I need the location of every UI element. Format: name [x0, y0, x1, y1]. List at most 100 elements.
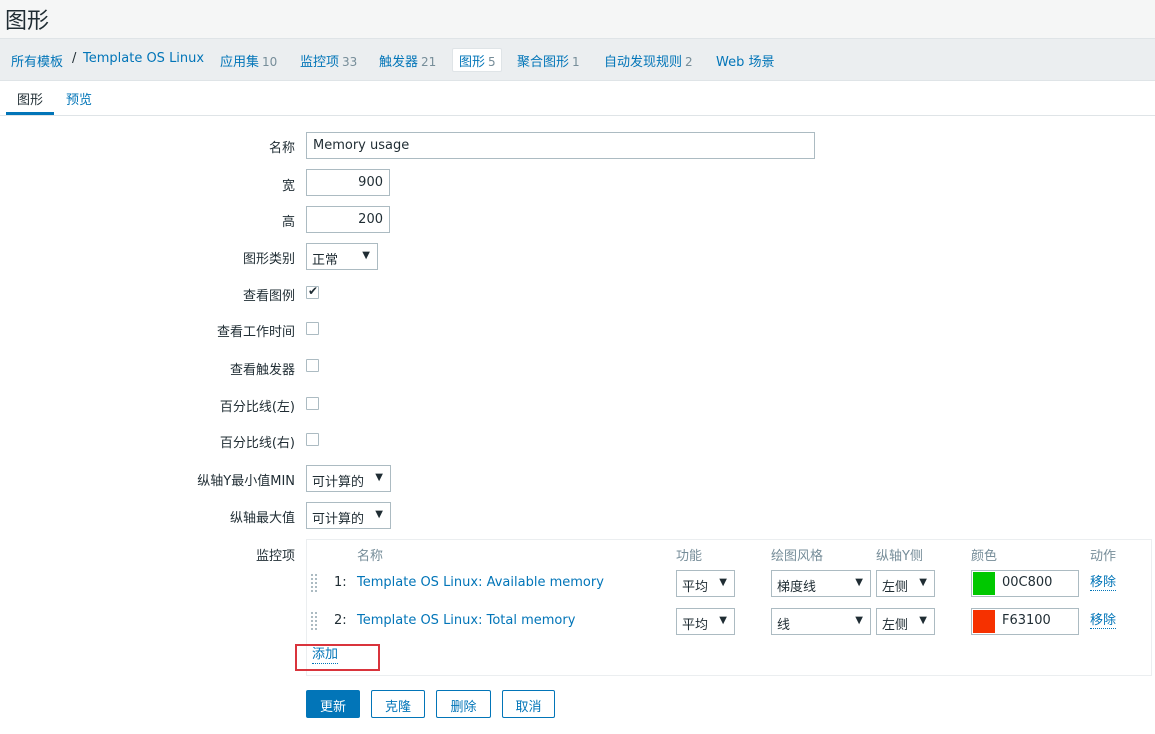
nav-label: 触发器 [379, 55, 419, 70]
remove-item-link[interactable]: 移除 [1090, 575, 1117, 591]
nav-label: Web 场景 [716, 55, 775, 70]
ymin-value: 可计算的 [312, 475, 365, 490]
tab-preview[interactable]: 预览 [66, 89, 92, 108]
nav-screens[interactable]: 聚合图形 1 [517, 51, 580, 70]
nav-count: 21 [421, 55, 437, 69]
page-header: 图形 [0, 0, 1155, 38]
nav-count: 33 [342, 55, 358, 69]
item-color-value: 00C800 [1002, 575, 1053, 590]
col-header-action: 动作 [1090, 549, 1117, 564]
item-row-number: 2: [334, 613, 347, 628]
color-swatch[interactable] [973, 610, 995, 633]
nav-web-scenarios[interactable]: Web 场景 [716, 51, 774, 70]
check-icon: ✔ [308, 284, 319, 298]
percentile-left-label: 百分比线(左) [219, 400, 295, 415]
show-triggers-label: 查看触发器 [229, 363, 295, 378]
nav-applications[interactable]: 应用集 10 [220, 51, 277, 70]
chevron-down-icon: ▼ [719, 577, 727, 588]
chevron-down-icon: ▼ [375, 509, 383, 520]
item-yaxis-value: 左侧 [882, 580, 909, 595]
chevron-down-icon: ▼ [362, 250, 370, 261]
height-input[interactable] [306, 206, 390, 233]
ymax-select[interactable]: 可计算的 ▼ [306, 502, 391, 529]
nav-label: 图形 [459, 55, 486, 70]
nav-count: 5 [488, 55, 496, 69]
nav-label: 自动发现规则 [604, 55, 683, 70]
item-yaxis-value: 左侧 [882, 618, 909, 633]
drag-handle-icon[interactable] [311, 574, 319, 592]
percentile-right-checkbox[interactable] [306, 433, 319, 446]
col-header-color: 颜色 [971, 549, 998, 564]
graph-type-select[interactable]: 正常 ▼ [306, 243, 378, 270]
show-legend-label: 查看图例 [242, 289, 295, 304]
name-input[interactable] [306, 132, 815, 159]
page-title: 图形 [5, 9, 50, 34]
item-color-value: F63100 [1002, 613, 1051, 628]
cancel-button[interactable]: 取消 [502, 690, 555, 718]
tab-bar: 图形 预览 [0, 81, 1155, 116]
nav-label: 监控项 [300, 55, 340, 70]
item-style-select[interactable]: 线 ▼ [771, 608, 871, 635]
breadcrumb-separator: / [72, 51, 77, 66]
nav-count: 2 [685, 55, 693, 69]
chevron-down-icon: ▼ [919, 615, 927, 626]
tab-active-underline [6, 112, 54, 115]
item-name-link[interactable]: Template OS Linux: Available memory [357, 575, 604, 590]
item-style-select[interactable]: 梯度线 ▼ [771, 570, 871, 597]
chevron-down-icon: ▼ [719, 615, 727, 626]
nav-label: 聚合图形 [517, 55, 570, 70]
item-style-value: 线 [777, 618, 791, 633]
nav-discovery-rules[interactable]: 自动发现规则 2 [604, 51, 693, 70]
width-label: 宽 [281, 179, 295, 194]
ymax-label: 纵轴最大值 [229, 511, 295, 526]
show-working-time-label: 查看工作时间 [216, 325, 295, 340]
nav-triggers[interactable]: 触发器 21 [379, 51, 436, 70]
col-header-y-axis: 纵轴Y侧 [876, 549, 923, 564]
update-button[interactable]: 更新 [306, 690, 360, 718]
item-function-value: 平均 [682, 580, 709, 595]
nav-label: Template OS Linux [83, 51, 205, 66]
ymin-select[interactable]: 可计算的 ▼ [306, 465, 391, 492]
graph-type-label: 图形类别 [242, 252, 295, 267]
item-yaxis-select[interactable]: 左侧 ▼ [876, 570, 935, 597]
percentile-right-label: 百分比线(右) [219, 436, 295, 451]
chevron-down-icon: ▼ [855, 615, 863, 626]
delete-button[interactable]: 删除 [436, 690, 491, 718]
clone-button[interactable]: 克隆 [371, 690, 425, 718]
nav-label: 所有模板 [11, 55, 64, 70]
graph-type-value: 正常 [312, 253, 339, 268]
drag-handle-icon[interactable] [311, 612, 319, 630]
col-header-function: 功能 [676, 549, 703, 564]
width-input[interactable] [306, 169, 390, 196]
tab-graph[interactable]: 图形 [17, 89, 43, 108]
nav-all-templates[interactable]: 所有模板 [11, 51, 63, 70]
item-yaxis-select[interactable]: 左侧 ▼ [876, 608, 935, 635]
show-triggers-checkbox[interactable] [306, 359, 319, 372]
ymax-value: 可计算的 [312, 512, 365, 527]
name-label: 名称 [268, 141, 295, 156]
nav-template[interactable]: Template OS Linux [83, 51, 204, 66]
chevron-down-icon: ▼ [855, 577, 863, 588]
height-label: 高 [281, 215, 295, 230]
item-name-link[interactable]: Template OS Linux: Total memory [357, 613, 575, 628]
nav-label: 应用集 [220, 55, 260, 70]
item-row-number: 1: [334, 575, 347, 590]
show-working-time-checkbox[interactable] [306, 322, 319, 335]
nav-graphs[interactable]: 图形 5 [459, 51, 496, 70]
item-function-select[interactable]: 平均 ▼ [676, 570, 735, 597]
ymin-label: 纵轴Y最小值MIN [197, 474, 295, 489]
item-function-select[interactable]: 平均 ▼ [676, 608, 735, 635]
show-legend-checkbox[interactable]: ✔ [306, 284, 319, 299]
color-swatch[interactable] [973, 572, 995, 595]
add-item-link[interactable]: 添加 [312, 647, 339, 664]
nav-count: 1 [572, 55, 580, 69]
chevron-down-icon: ▼ [919, 577, 927, 588]
item-function-value: 平均 [682, 618, 709, 633]
item-style-value: 梯度线 [777, 580, 817, 595]
percentile-left-checkbox[interactable] [306, 397, 319, 410]
col-header-name: 名称 [357, 549, 384, 564]
nav-items[interactable]: 监控项 33 [300, 51, 357, 70]
remove-item-link[interactable]: 移除 [1090, 613, 1117, 629]
col-header-draw-style: 绘图风格 [771, 549, 824, 564]
chevron-down-icon: ▼ [375, 472, 383, 483]
